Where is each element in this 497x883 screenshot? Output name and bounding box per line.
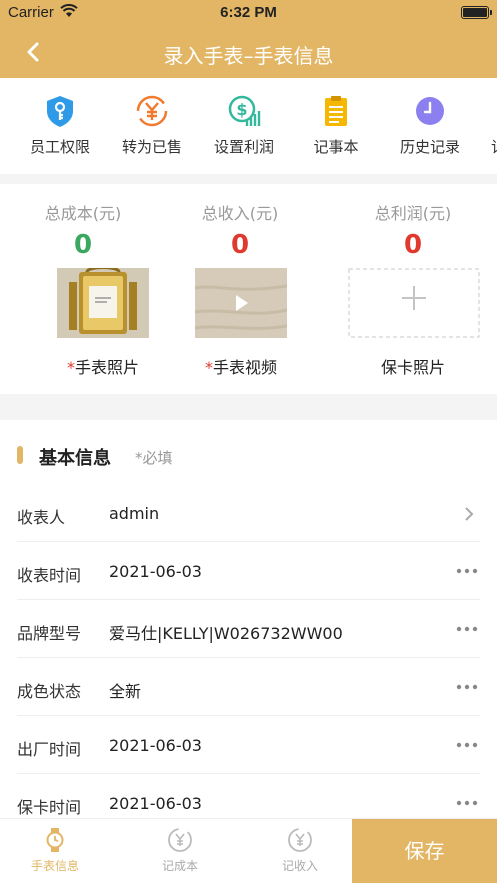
total-cost-caption: 总成本(元)	[44, 204, 122, 223]
row-value: admin	[109, 504, 160, 523]
more-dots-icon	[456, 800, 478, 806]
status-bar: Carrier 6:32 PM	[0, 0, 497, 26]
row-value: 爱马仕|KELLY|W026732WW00	[109, 624, 343, 643]
row-key: 出厂时间	[17, 740, 82, 759]
watch-photo-thumbnail[interactable]	[57, 268, 149, 338]
row-value: 全新	[109, 682, 142, 701]
total-income-value: 0	[230, 230, 250, 260]
tab-record-cost[interactable]: 记成本	[125, 827, 235, 874]
required-hint: *必填	[135, 449, 173, 467]
chevron-right-icon	[465, 507, 474, 521]
required-mark: *	[66, 358, 75, 377]
total-profit: 总利润(元) 0	[333, 184, 493, 260]
total-profit-caption: 总利润(元)	[374, 204, 452, 223]
row-brand-model[interactable]: 品牌型号 爱马仕|KELLY|W026732WW00	[17, 600, 480, 658]
warranty-photo-upload[interactable]	[348, 268, 480, 338]
tool-label: 记	[491, 136, 497, 157]
watch-photo-label: *手表照片	[23, 354, 183, 378]
more-dots-icon	[456, 626, 478, 632]
row-key: 保卡时间	[17, 798, 82, 817]
basic-info-section: 基本信息 *必填 收表人 admin 收表时间 2021-06-03 品牌型号 …	[0, 420, 497, 820]
tool-label: 历史记录	[399, 138, 460, 156]
row-factory-time[interactable]: 出厂时间 2021-06-03	[17, 716, 480, 774]
more-dots-icon	[456, 742, 478, 748]
tab-record-income[interactable]: 记收入	[245, 827, 355, 874]
row-value: 2021-06-03	[109, 562, 202, 581]
watch-video-thumbnail[interactable]	[195, 268, 287, 338]
watch-photo-text: 手表照片	[74, 358, 139, 377]
tab-watch-info[interactable]: 手表信息	[0, 827, 110, 874]
row-value: 2021-06-03	[109, 736, 202, 755]
totals-panel: 总成本(元) 0 总收入(元) 0 总利润(元) 0 *手表照片 *手表视频 保…	[0, 184, 497, 394]
total-income-caption: 总收入(元)	[201, 204, 279, 223]
page-title: 录入手表–手表信息	[163, 44, 334, 68]
warranty-photo-label: 保卡照片	[380, 358, 445, 377]
section-title: 基本信息	[39, 448, 111, 469]
tool-notepad[interactable]: 记事本	[290, 94, 382, 157]
partial-tool-icon	[479, 94, 497, 128]
watch-video-label: *手表视频	[161, 354, 321, 378]
tool-label: 设置利润	[213, 138, 274, 156]
watch-icon	[46, 828, 64, 852]
watch-video-text: 手表视频	[212, 358, 277, 377]
notepad-icon	[325, 96, 347, 126]
row-value: 2021-06-03	[109, 794, 202, 813]
total-cost: 总成本(元) 0	[3, 184, 163, 260]
section-accent-bar	[17, 446, 23, 464]
clock-time: 6:32 PM	[220, 4, 277, 21]
dollar-chart-icon: $	[228, 95, 261, 126]
nav-bar: 录入手表–手表信息	[0, 26, 497, 78]
total-profit-value: 0	[403, 230, 423, 260]
tab-label: 手表信息	[30, 859, 79, 873]
tool-partial[interactable]: 记	[476, 94, 497, 157]
row-receive-time[interactable]: 收表时间 2021-06-03	[17, 542, 480, 600]
row-key: 收表人	[17, 508, 66, 527]
tool-set-profit[interactable]: $ 设置利润	[198, 94, 290, 157]
row-condition[interactable]: 成色状态 全新	[17, 658, 480, 716]
svg-text:$: $	[236, 100, 247, 119]
tool-mark-sold[interactable]: 转为已售	[106, 94, 198, 157]
battery-icon	[461, 6, 492, 19]
yen-exchange-icon	[136, 95, 168, 127]
more-dots-icon	[456, 568, 478, 574]
clock-icon	[416, 97, 444, 125]
yen-circle-icon	[288, 828, 312, 852]
row-receiver[interactable]: 收表人 admin	[17, 484, 480, 542]
tab-label: 记成本	[161, 859, 198, 873]
tool-label: 员工权限	[29, 138, 90, 156]
row-key: 品牌型号	[17, 624, 82, 643]
key-shield-icon	[47, 96, 73, 127]
row-key: 收表时间	[17, 566, 82, 585]
tab-label: 记收入	[281, 859, 318, 873]
required-mark: *	[204, 358, 213, 377]
tool-row: 员工权限 转为已售 $ 设置利润 记事本 历史记录 记	[0, 78, 497, 174]
tool-label: 转为已售	[121, 138, 182, 156]
yen-circle-icon	[168, 828, 192, 852]
tool-staff-permission[interactable]: 员工权限	[14, 94, 106, 157]
tool-label: 记事本	[313, 138, 359, 156]
bottom-tab-bar: 手表信息 记成本 记收入 保存	[0, 818, 497, 883]
total-income: 总收入(元) 0	[160, 184, 320, 260]
more-dots-icon	[456, 684, 478, 690]
tool-history[interactable]: 历史记录	[384, 94, 476, 157]
save-button[interactable]: 保存	[352, 819, 497, 883]
row-key: 成色状态	[17, 682, 82, 701]
total-cost-value: 0	[73, 230, 93, 260]
